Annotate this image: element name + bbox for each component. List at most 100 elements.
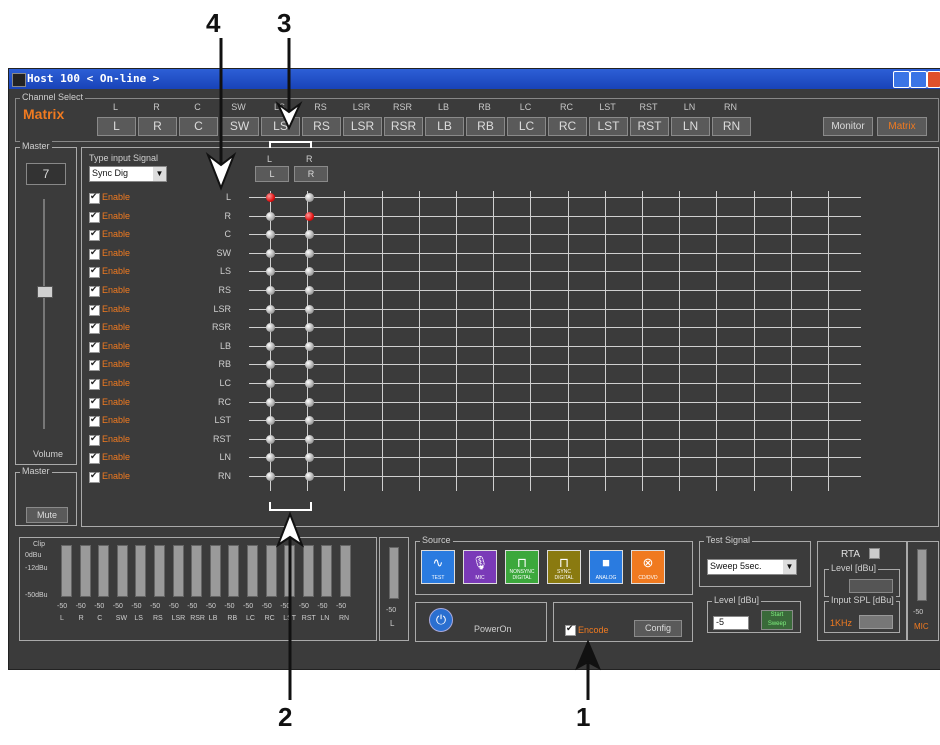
route-knob[interactable] [266,341,275,351]
channel-level-meter [61,545,72,597]
route-knob[interactable] [305,211,314,221]
channel-button-lc[interactable]: LC [507,117,546,136]
channel-header-label: LSR [352,102,371,112]
close-button[interactable] [927,71,940,88]
route-knob[interactable] [305,193,314,202]
route-knob[interactable] [266,286,275,295]
enable-checkbox[interactable] [89,247,100,260]
enable-checkbox[interactable] [89,265,100,279]
mute-button[interactable]: Mute [26,507,68,523]
input-row-label: LS [219,266,231,277]
chevron-down-icon[interactable]: ▼ [783,560,796,574]
route-knob[interactable] [266,193,275,202]
enable-checkbox[interactable] [89,414,100,428]
input-row-label: L [225,192,231,202]
output-button-l[interactable]: L [255,166,289,182]
route-knob[interactable] [266,472,275,481]
route-knob[interactable] [266,434,275,444]
config-button[interactable]: Config [634,620,682,637]
channel-button-rsr[interactable]: RSR [384,117,423,136]
minimize-button[interactable] [893,71,910,88]
enable-checkbox[interactable] [89,228,100,242]
matrix-panel [81,147,939,527]
enable-checkbox[interactable] [89,470,100,483]
matrix-grid-hline [249,308,861,310]
channel-button-rb[interactable]: RB [466,117,505,136]
start-sweep-button[interactable]: Start Sweep [761,610,793,630]
route-knob[interactable] [305,397,314,407]
route-knob[interactable] [305,304,314,314]
route-knob[interactable] [266,248,275,258]
channel-button-rn[interactable]: RN [712,117,751,136]
source-button-analog[interactable]: ■ ANALOG [589,550,623,584]
test-level-spinner[interactable]: -5 [713,616,749,630]
channel-button-c[interactable]: C [179,117,218,136]
route-knob[interactable] [305,286,314,295]
channel-level-meter [265,545,277,597]
volume-label: Volume [33,449,64,459]
enable-checkbox[interactable] [89,396,100,409]
channel-button-rs[interactable]: RS [302,117,341,136]
encode-label: Encode [578,625,609,635]
input-row-label: LC [219,378,231,388]
enable-checkbox[interactable] [89,451,100,465]
route-knob[interactable] [266,304,275,314]
route-knob[interactable] [305,472,314,481]
source-button-nonsync-digital[interactable]: ⊓ NONSYNC DIGITAL [505,550,539,584]
enable-checkbox[interactable] [89,191,100,204]
enable-checkbox[interactable] [89,284,100,297]
channel-button-rc[interactable]: RC [548,117,587,136]
title-bar[interactable]: Host 100 < On-line > [9,69,940,89]
channel-header-label: LN [683,102,696,112]
output-button-r[interactable]: R [294,166,328,182]
source-button-cd-dvd[interactable]: ⊗ CD/DVD [631,550,665,584]
route-knob[interactable] [305,248,314,258]
matrix-button[interactable]: Matrix [877,117,927,136]
enable-checkbox[interactable] [89,340,100,353]
channel-button-ln[interactable]: LN [671,117,710,136]
matrix-grid-hline [249,476,861,477]
chevron-down-icon[interactable]: ▼ [153,167,166,181]
test-signal-select[interactable]: Sweep 5sec. ▼ [707,559,797,575]
encode-checkbox[interactable] [565,623,576,636]
channel-button-sw[interactable]: SW [220,117,259,136]
type-input-select[interactable]: Sync Dig ▼ [89,166,167,182]
enable-label: Enable [102,340,131,351]
enable-checkbox[interactable] [89,210,100,223]
source-button-test[interactable]: ∿ TEST [421,550,455,584]
channel-button-l[interactable]: L [97,117,136,136]
source-button-label: CD/DVD [638,575,658,581]
source-title: Source [420,535,453,545]
maximize-button[interactable] [910,71,927,88]
channel-button-r[interactable]: R [138,117,177,136]
channel-level-meter [302,545,314,597]
channel-button-lst[interactable]: LST [589,117,628,136]
channel-button-rst[interactable]: RST [630,117,669,136]
rta-level-spinner[interactable] [849,579,893,593]
source-button-sync-digital[interactable]: ⊓ SYNC DIGITAL [547,550,581,584]
route-knob[interactable] [266,211,275,221]
channel-button-lb[interactable]: LB [425,117,464,136]
enable-checkbox[interactable] [89,358,100,372]
enable-checkbox[interactable] [89,321,100,335]
meter-channel-label: LS [134,615,143,622]
route-knob[interactable] [305,341,314,351]
channel-button-lsr[interactable]: LSR [343,117,382,136]
route-knob[interactable] [305,379,314,388]
channel-button-ls[interactable]: LS [261,117,300,136]
volume-slider-handle[interactable] [37,286,53,299]
route-knob[interactable] [305,434,314,444]
rta-checkbox[interactable] [869,548,880,559]
enable-checkbox[interactable] [89,433,100,446]
volume-slider-track[interactable] [43,199,45,429]
enable-checkbox[interactable] [89,303,100,316]
power-icon[interactable]: ⏻ [429,608,453,632]
monitor-button[interactable]: Monitor [823,117,873,136]
source-button-mic[interactable]: 🎙 MIC [463,550,497,584]
route-knob[interactable] [266,379,275,388]
route-knob[interactable] [266,397,275,407]
channel-header-label: RC [560,102,573,112]
enable-checkbox[interactable] [89,377,100,390]
meter-channel-label: RB [227,615,238,622]
input-row-label: R [224,210,232,221]
